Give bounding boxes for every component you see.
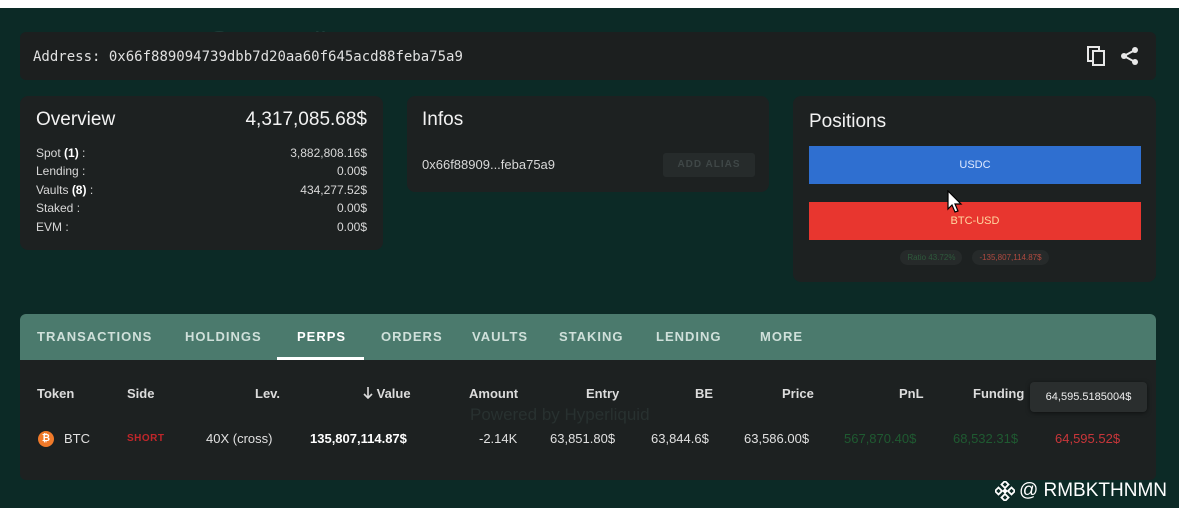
add-alias-button[interactable]: ADD ALIAS [663, 153, 755, 177]
position-bar-btc-usd[interactable]: BTC-USD [809, 202, 1141, 240]
cell-price: 63,586.00$ [744, 431, 810, 446]
cell-entry: 63,851.80$ [550, 431, 616, 446]
address-text: Address: 0x66f889094739dbb7d20aa60f645ac… [33, 49, 463, 65]
tab-more[interactable]: MORE [760, 314, 803, 360]
col-lev[interactable]: Lev. [255, 386, 280, 401]
overview-row-spot: Spot (1) : 3,882,808.16$ [36, 146, 367, 160]
tab-orders[interactable]: ORDERS [381, 314, 443, 360]
positions-card: Positions USDC BTC-USD Ratio 43.72% -135… [793, 96, 1156, 282]
cell-token: BTC [64, 431, 90, 446]
col-value[interactable]: Value [363, 386, 411, 401]
cell-funding: 68,532.31$ [953, 431, 1019, 446]
tabs-panel: TRANSACTIONS HOLDINGS PERPS ORDERS VAULT… [20, 314, 1156, 480]
overview-row-evm: EVM : 0.00$ [36, 219, 367, 234]
tab-holdings[interactable]: HOLDINGS [185, 314, 262, 360]
col-amount[interactable]: Amount [469, 386, 518, 401]
cell-lev: 40X (cross) [206, 431, 273, 446]
row-watermark: Powered by Hyperliquid [470, 405, 650, 424]
cell-last-value: 64,595.52$ [1055, 431, 1121, 446]
address-value[interactable]: 0x66f889094739dbb7d20aa60f645acd88feba75… [109, 49, 463, 65]
sort-arrow-down-icon [363, 387, 373, 400]
overview-row-vaults: Vaults (8) : 434,277.52$ [36, 182, 367, 197]
tab-transactions[interactable]: TRANSACTIONS [37, 314, 152, 360]
bitcoin-icon: ₿ [38, 431, 54, 447]
address-bar: Address: 0x66f889094739dbb7d20aa60f645ac… [20, 32, 1156, 80]
credit-text: @ RMBKTHNMN [1018, 480, 1167, 501]
overview-row-staked: Staked : 0.00$ [36, 201, 367, 216]
app-screen: @cryptoding Address: 0x66f889094739dbb7d… [0, 8, 1179, 508]
share-icon[interactable] [1120, 46, 1140, 66]
address-label: Address: [33, 49, 101, 65]
credit-watermark: @ RMBKTHNMN [994, 480, 1167, 502]
overview-total: 4,317,085.68$ [245, 109, 367, 130]
cell-value: 135,807,114.87$ [310, 431, 407, 446]
col-be[interactable]: BE [695, 386, 713, 401]
col-pnl[interactable]: PnL [899, 386, 924, 401]
col-funding[interactable]: Funding [973, 386, 1024, 401]
col-side[interactable]: Side [127, 386, 154, 401]
infos-short-address: 0x66f88909...feba75a9 [422, 157, 556, 172]
mouse-cursor-icon [947, 190, 963, 213]
overview-row-lending: Lending : 0.00$ [36, 164, 367, 179]
ratio-chip: Ratio 43.72% [900, 250, 963, 265]
tab-bar: TRANSACTIONS HOLDINGS PERPS ORDERS VAULT… [20, 314, 1156, 360]
col-price[interactable]: Price [782, 386, 814, 401]
tab-perps[interactable]: PERPS [297, 314, 346, 360]
tab-staking[interactable]: STAKING [559, 314, 624, 360]
tab-lending[interactable]: LENDING [656, 314, 722, 360]
position-bar-usdc[interactable]: USDC [809, 146, 1141, 184]
active-tab-indicator [277, 357, 364, 360]
binance-logo-icon [994, 481, 1015, 501]
cell-amount: -2.14K [479, 431, 518, 446]
col-token[interactable]: Token [37, 386, 74, 401]
copy-icon[interactable] [1086, 46, 1106, 66]
overview-card: Overview 4,317,085.68$ Spot (1) : 3,882,… [20, 96, 383, 250]
cell-pnl: 567,870.40$ [844, 431, 917, 446]
positions-title: Positions [809, 111, 887, 132]
infos-title: Infos [422, 109, 464, 130]
cell-be: 63,844.6$ [651, 431, 709, 446]
tab-vaults[interactable]: VAULTS [472, 314, 528, 360]
value-chip: -135,807,114.87$ [972, 250, 1049, 265]
overview-title: Overview [36, 109, 116, 130]
infos-card: Infos 0x66f88909...feba75a9 ADD ALIAS [407, 96, 769, 192]
col-entry[interactable]: Entry [586, 386, 619, 401]
value-tooltip: 64,595.5185004$ [1030, 382, 1147, 412]
cell-side: SHORT [127, 433, 165, 444]
